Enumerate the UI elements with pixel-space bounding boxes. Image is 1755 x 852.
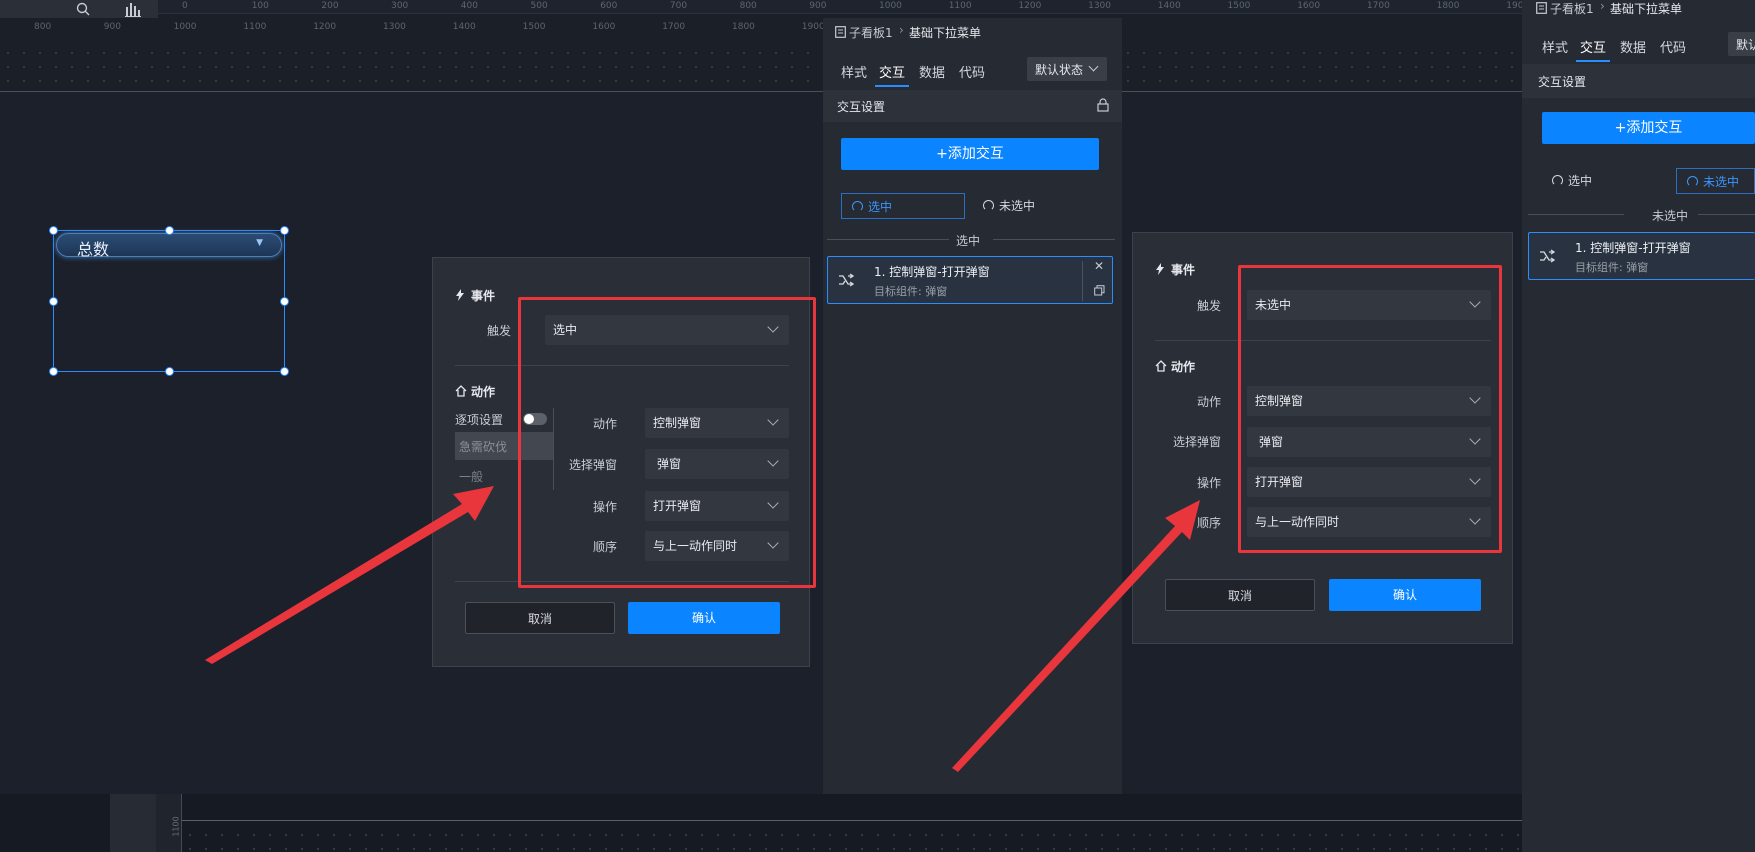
annotation-arrows xyxy=(205,486,1200,772)
arrow-annotation xyxy=(952,500,1200,772)
arrow-annotation xyxy=(205,486,494,664)
